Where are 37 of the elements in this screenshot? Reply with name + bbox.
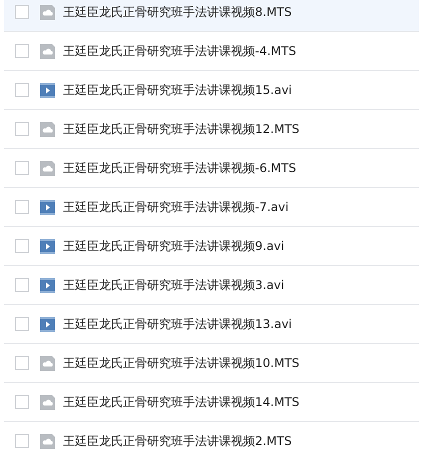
file-name[interactable]: 王廷臣龙氏正骨研究班手法讲课视频9.avi [63, 238, 284, 254]
video-file-icon [40, 238, 55, 254]
file-row[interactable]: 王廷臣龙氏正骨研究班手法讲课视频8.MTS [4, 0, 419, 32]
file-name[interactable]: 王廷臣龙氏正骨研究班手法讲课视频-7.avi [63, 198, 289, 216]
file-name[interactable]: 王廷臣龙氏正骨研究班手法讲课视频15.avi [63, 82, 292, 98]
checkbox[interactable] [15, 161, 29, 175]
cloud-file-icon [40, 4, 55, 20]
file-name[interactable]: 王廷臣龙氏正骨研究班手法讲课视频3.avi [63, 276, 284, 294]
file-name[interactable]: 王廷臣龙氏正骨研究班手法讲课视频-4.MTS [63, 42, 296, 60]
file-name[interactable]: 王廷臣龙氏正骨研究班手法讲课视频14.MTS [63, 394, 300, 410]
file-name[interactable]: 王廷臣龙氏正骨研究班手法讲课视频-6.MTS [63, 160, 296, 176]
video-file-icon [40, 200, 55, 214]
file-name[interactable]: 王廷臣龙氏正骨研究班手法讲课视频13.avi [63, 316, 292, 332]
checkbox[interactable] [15, 122, 29, 136]
video-file-icon [40, 278, 55, 292]
cloud-file-icon [40, 356, 55, 370]
checkbox[interactable] [15, 44, 29, 58]
checkbox[interactable] [15, 239, 29, 253]
cloud-file-icon [40, 160, 55, 176]
file-name[interactable]: 王廷臣龙氏正骨研究班手法讲课视频8.MTS [63, 4, 292, 20]
checkbox[interactable] [15, 5, 29, 19]
checkbox[interactable] [15, 83, 29, 97]
checkbox[interactable] [15, 356, 29, 370]
file-name[interactable]: 王廷臣龙氏正骨研究班手法讲课视频12.MTS [63, 120, 300, 138]
file-name[interactable]: 王廷臣龙氏正骨研究班手法讲课视频2.MTS [63, 432, 292, 450]
cloud-file-icon [40, 44, 55, 58]
checkbox[interactable] [15, 434, 29, 448]
video-file-icon [40, 316, 55, 332]
checkbox[interactable] [15, 200, 29, 214]
checkbox[interactable] [15, 278, 29, 292]
file-name[interactable]: 王廷臣龙氏正骨研究班手法讲课视频10.MTS [63, 354, 300, 372]
cloud-file-icon [40, 434, 55, 448]
cloud-file-icon [40, 122, 55, 136]
checkbox[interactable] [15, 395, 29, 409]
cloud-file-icon [40, 394, 55, 410]
video-file-icon [40, 82, 55, 98]
checkbox[interactable] [15, 317, 29, 331]
